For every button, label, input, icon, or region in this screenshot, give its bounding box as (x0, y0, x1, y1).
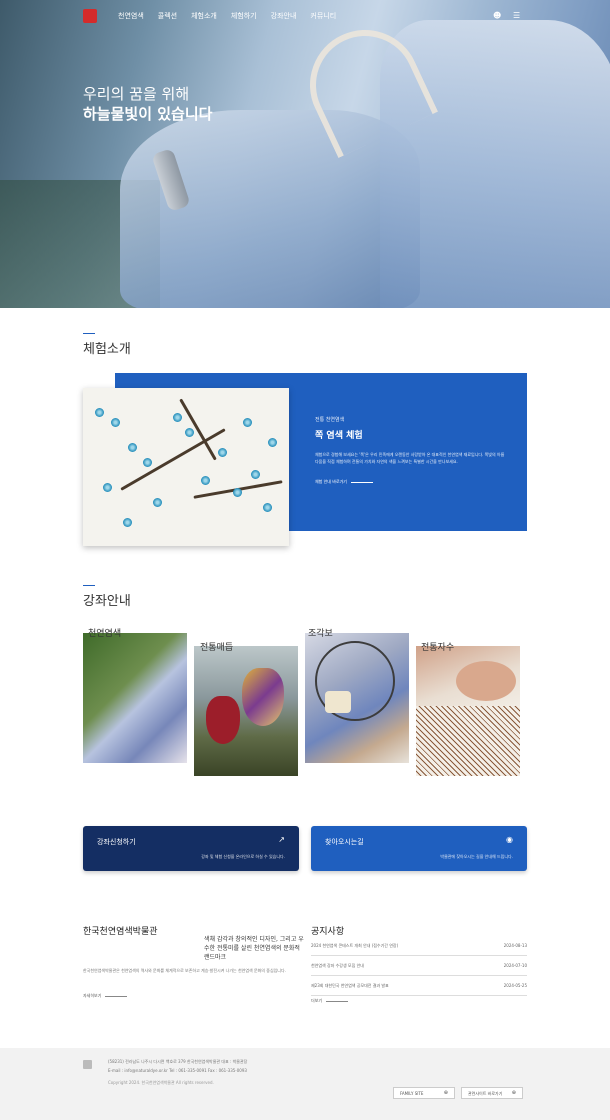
experience-title: 쪽 염색 체험 (315, 431, 363, 441)
notice-row-date: 2024-05-25 (503, 983, 527, 988)
notice-row-date: 2024-07-10 (503, 963, 527, 968)
directions-title: 찾아오시는길 (325, 838, 364, 846)
notice-more-label: 더보기 (311, 998, 323, 1003)
notice-row-title: 제23회 대한민국 천연염색 공모대전 결과 발표 (311, 983, 389, 988)
museum-quote: 색채 감각과 창의적인 디자인, 그리고 우수한 전통미를 살린 천연염색의 문… (204, 936, 304, 961)
notice-row[interactable]: 제23회 대한민국 천연염색 공모대전 결과 발표 2024-05-25 (311, 976, 527, 996)
museum-more-label: 자세히보기 (83, 993, 102, 998)
related-site-label: 관련사이트 바로가기 (468, 1091, 503, 1096)
notice-row[interactable]: 2024 천연염색 콘테스트 개최 안내 (접수기간 연장) 2024-08-1… (311, 936, 527, 956)
course-label: 전통매듭 (200, 643, 234, 653)
notice-row-title: 천연염색 강좌 수강생 모집 안내 (311, 963, 364, 968)
menu-item-community[interactable]: 커뮤니티 (310, 11, 336, 21)
museum-description: 한국천연염색박물관은 천연염색의 역사와 문화를 체계적으로 보존하고 계승·발… (83, 968, 286, 973)
notice-more-link[interactable]: 더보기 (311, 998, 349, 1004)
course-apply-card[interactable]: 강좌신청하기 ↗ 강좌 및 체험 신청을 온라인으로 하실 수 있습니다. (83, 826, 299, 871)
notice-row-title: 2024 천연염색 콘테스트 개최 안내 (접수기간 연장) (311, 943, 399, 948)
notice-row-date: 2024-08-13 (503, 943, 527, 948)
footer-copyright: Copyright 2024. 한국천연염색박물관 All rights res… (108, 1080, 214, 1085)
course-apply-desc: 강좌 및 체험 신청을 온라인으로 하실 수 있습니다. (201, 854, 285, 859)
courses-heading: 강좌안내 (83, 585, 131, 609)
footer-address: (58231) 전라남도 나주시 다시면 백호로 379 한국천연염색박물관 대… (108, 1059, 248, 1064)
experience-photo (83, 388, 289, 546)
menu-item-natural-dye[interactable]: 천연염색 (118, 11, 144, 21)
museum-more-link[interactable]: 자세히보기 (83, 993, 128, 999)
hamburger-menu-icon[interactable]: ☰ (513, 11, 520, 20)
course-label: 천연염색 (88, 629, 122, 639)
menu-item-experience-intro[interactable]: 체험소개 (191, 11, 217, 21)
logo[interactable] (83, 9, 97, 23)
menu-item-courses[interactable]: 강좌안내 (271, 11, 297, 21)
menu-item-collection[interactable]: 콜렉션 (158, 11, 177, 21)
experience-more-link[interactable]: 체험 안내 바로가기 (315, 479, 505, 485)
hero-line-1: 우리의 꿈을 위해 (83, 85, 190, 103)
experience-heading: 체험소개 (83, 333, 131, 357)
plus-icon: ⊕ (511, 1090, 516, 1096)
footer-contact: E-mail : info@naturaldye.or.kr Tel : 061… (108, 1068, 247, 1073)
museum-title: 한국천연염색박물관 (83, 927, 158, 937)
related-site-button[interactable]: 관련사이트 바로가기 ⊕ (461, 1087, 523, 1099)
hero-title: 우리의 꿈을 위해 하늘물빛이 있습니다 (83, 84, 212, 124)
experience-more-label: 체험 안내 바로가기 (315, 479, 347, 484)
user-icon[interactable]: ☻ (493, 11, 501, 20)
course-label: 조각보 (308, 629, 333, 639)
hero-line-2: 하늘물빛이 있습니다 (83, 105, 213, 123)
course-card-knot[interactable] (194, 646, 298, 776)
location-pin-icon: ◉ (506, 835, 513, 844)
experience-subtitle: 전통 천연염색 (315, 417, 345, 423)
course-apply-title: 강좌신청하기 (97, 838, 136, 846)
course-label: 전통자수 (421, 643, 455, 653)
footer: (58231) 전라남도 나주시 다시면 백호로 379 한국천연염색박물관 대… (0, 1048, 610, 1120)
top-navigation: 천연염색 콜렉션 체험소개 체험하기 강좌안내 커뮤니티 ☻ ☰ (0, 0, 610, 34)
course-card-patchwork[interactable] (305, 633, 409, 763)
menu-item-experience[interactable]: 체험하기 (231, 11, 257, 21)
directions-desc: 박물관에 찾아오시는 길을 안내해 드립니다. (440, 854, 513, 859)
experience-description: 체험으로 경험해 보세요는 '쪽'은 우리 민족에게 오랜동안 사랑받아 온 대… (315, 452, 505, 464)
family-site-label: FAMILY SITE (400, 1091, 424, 1096)
directions-card[interactable]: 찾아오시는길 ◉ 박물관에 찾아오시는 길을 안내해 드립니다. (311, 826, 527, 871)
plus-icon: ⊕ (443, 1090, 448, 1096)
page: 천연염색 콜렉션 체험소개 체험하기 강좌안내 커뮤니티 ☻ ☰ 우리의 꿈을 … (0, 0, 610, 1120)
external-link-icon: ↗ (278, 835, 285, 844)
course-card-natural-dye[interactable] (83, 633, 187, 763)
main-menu: 천연염색 콜렉션 체험소개 체험하기 강좌안내 커뮤니티 (118, 11, 336, 21)
family-site-button[interactable]: FAMILY SITE ⊕ (393, 1087, 455, 1099)
notice-row[interactable]: 천연염색 강좌 수강생 모집 안내 2024-07-10 (311, 956, 527, 976)
experience-text: 전통 천연염색 쪽 염색 체험 체험으로 경험해 보세요는 '쪽'은 우리 민족… (315, 416, 505, 485)
hero-banner: 천연염색 콜렉션 체험소개 체험하기 강좌안내 커뮤니티 ☻ ☰ 우리의 꿈을 … (0, 0, 610, 308)
course-card-embroidery[interactable] (416, 646, 520, 776)
footer-logo (83, 1060, 92, 1069)
